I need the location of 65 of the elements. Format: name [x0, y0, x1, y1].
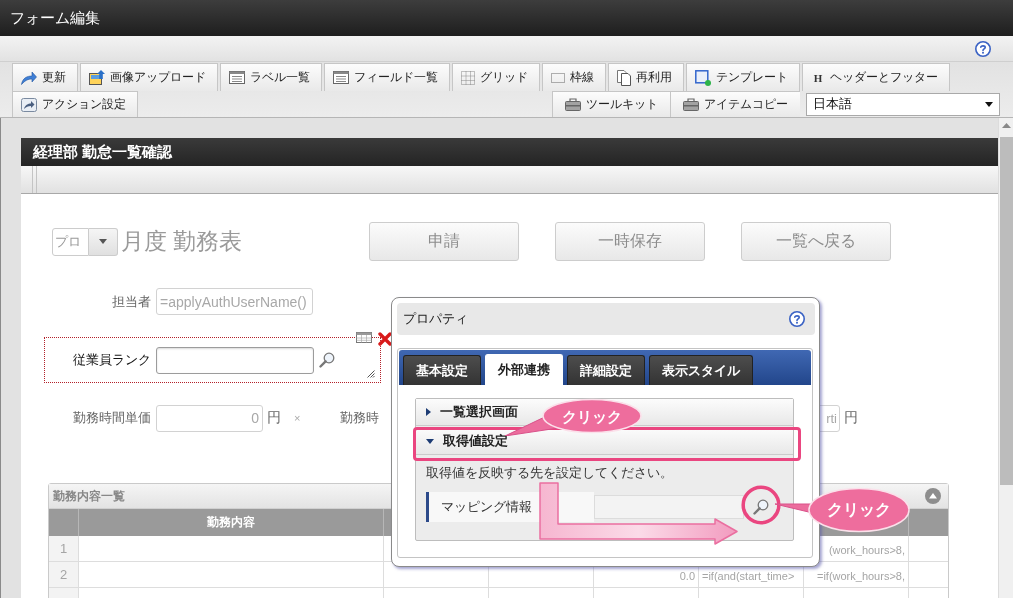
list-icon	[333, 71, 349, 84]
column-header: 勤務内容	[79, 509, 384, 536]
toolbar-tab[interactable]: 再利用	[608, 63, 684, 91]
field-label: 勤務時間単価	[72, 409, 151, 427]
form-heading: 月度 勤務表	[121, 227, 243, 256]
table-icon[interactable]	[356, 332, 372, 343]
curved-arrow-icon	[21, 97, 37, 112]
image-upload-icon	[89, 70, 105, 85]
dialog-title: プロパティ	[403, 310, 468, 328]
close-icon[interactable]	[378, 332, 392, 346]
curved-arrow-icon	[21, 70, 37, 85]
toolbar-tab[interactable]: フィールド一覧	[324, 63, 450, 91]
section-description: 取得値を反映する先を設定してください。	[425, 464, 674, 482]
highlight-ring	[741, 485, 781, 525]
help-icon[interactable]	[789, 311, 805, 327]
toolbar-tab[interactable]: テンプレート	[686, 63, 800, 91]
scrollbar-thumb[interactable]	[999, 137, 1013, 485]
unit-label: 円	[267, 409, 281, 427]
list-icon	[229, 71, 245, 84]
unit-label: 円	[844, 409, 858, 427]
scroll-up-icon[interactable]	[1001, 123, 1011, 128]
field-label: 従業員ランク	[72, 351, 151, 369]
section-header[interactable]: 取得値設定	[416, 428, 793, 455]
dialog-tab[interactable]: 詳細設定	[567, 355, 645, 385]
language-select[interactable]: 日本語	[806, 92, 1000, 116]
vertical-scrollbar[interactable]	[998, 118, 1013, 598]
toolbox-icon	[565, 98, 581, 111]
field-label: 勤務時	[340, 409, 380, 427]
dropdown-button[interactable]	[89, 227, 118, 256]
selected-item-frame[interactable]: 従業員ランク	[44, 337, 381, 383]
collapse-icon[interactable]	[925, 488, 941, 504]
field-label: 担当者	[111, 292, 151, 311]
toolbar-tab[interactable]: 画像アップロード	[80, 63, 218, 91]
row-number: 1	[49, 536, 79, 561]
toolbar-tab[interactable]: グリッド	[452, 63, 540, 91]
grid-icon	[461, 70, 475, 85]
toolbar-tab[interactable]: 更新	[12, 63, 78, 91]
caret-icon	[985, 101, 993, 107]
toolbar-tab[interactable]: ツールキット	[552, 91, 670, 117]
toolbar-tab[interactable]: ラベル一覧	[220, 63, 322, 91]
toolbar-tab[interactable]: H ヘッダーとフッター	[802, 63, 950, 91]
dialog-tab[interactable]: 表示スタイル	[649, 355, 753, 385]
help-icon[interactable]	[975, 40, 991, 57]
toolbar-tab[interactable]: 枠線	[542, 63, 606, 91]
letter-icon: H	[811, 71, 825, 84]
resize-grip-icon[interactable]	[367, 370, 375, 378]
caret-icon	[99, 239, 107, 244]
form-title: 経理部 勤怠一覧確認	[33, 142, 173, 162]
window-title: フォーム編集	[10, 8, 100, 28]
input-field[interactable]	[156, 346, 314, 374]
toolbar-tab[interactable]: アクション設定	[12, 91, 138, 117]
mapping-field[interactable]	[594, 495, 744, 519]
search-icon[interactable]	[753, 499, 769, 515]
dialog-tab[interactable]: 外部連携	[485, 354, 563, 385]
frame-icon	[695, 69, 711, 86]
toolbox-icon	[683, 98, 699, 111]
row-number: 2	[49, 562, 79, 587]
dotted-frame-icon	[551, 72, 565, 83]
documents-icon	[617, 69, 631, 86]
expanded-arrow-icon	[426, 438, 434, 444]
search-icon[interactable]	[319, 352, 335, 368]
toolbar-tab[interactable]: アイテムコピー	[670, 91, 800, 117]
table-title: 勤務内容一覧	[53, 487, 125, 505]
collapsed-arrow-icon	[426, 408, 431, 416]
dialog-tab[interactable]: 基本設定	[403, 355, 481, 385]
